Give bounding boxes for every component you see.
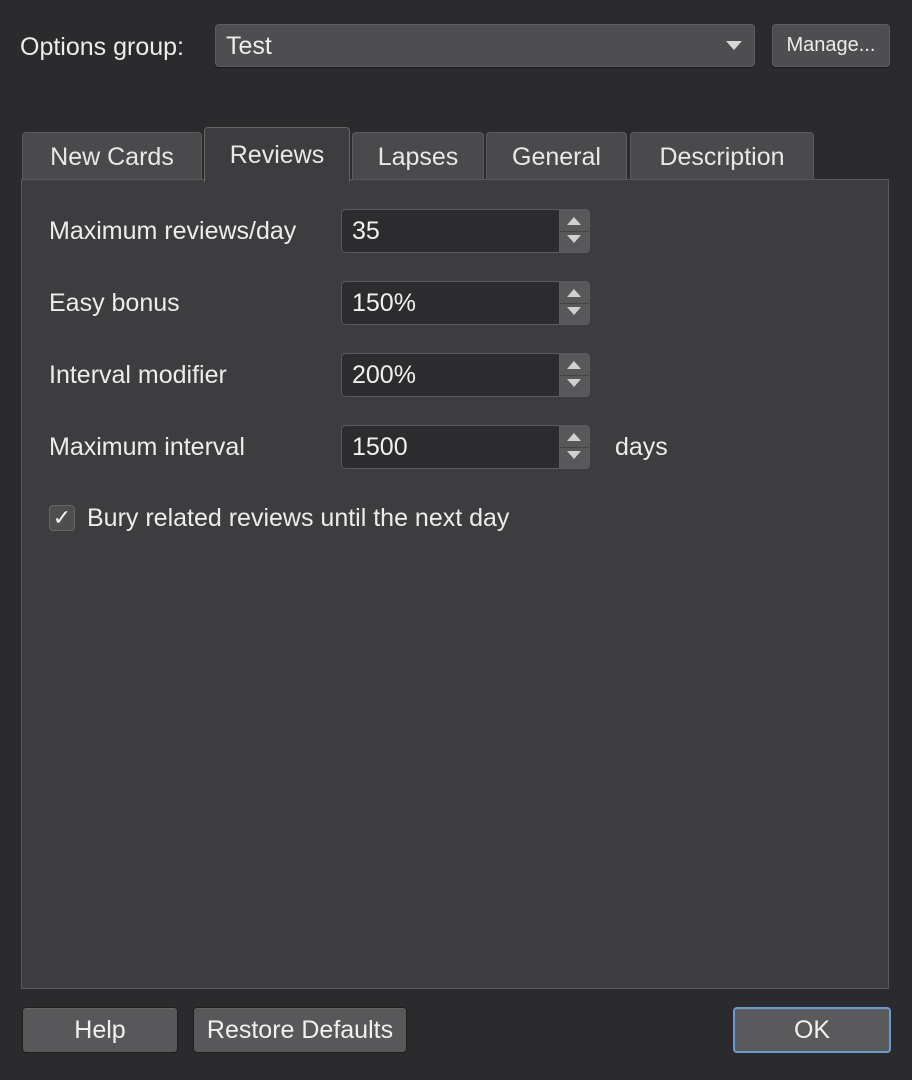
max-interval-value: 1500: [352, 433, 408, 461]
arrow-up-icon[interactable]: [567, 289, 581, 298]
max-interval-label: Maximum interval: [49, 433, 245, 461]
arrow-up-icon[interactable]: [567, 433, 581, 442]
stepper-divider: [560, 303, 589, 304]
stepper-divider: [560, 447, 589, 448]
tab-description[interactable]: Description: [630, 132, 814, 180]
interval-modifier-stepper[interactable]: [559, 354, 589, 396]
manage-button[interactable]: Manage...: [772, 24, 890, 67]
max-interval-stepper[interactable]: [559, 426, 589, 468]
ok-button[interactable]: OK: [733, 1007, 891, 1053]
max-interval-spinbox[interactable]: 1500: [341, 425, 590, 469]
options-group-select[interactable]: Test: [215, 24, 755, 67]
tab-general[interactable]: General: [486, 132, 627, 180]
arrow-down-icon[interactable]: [567, 307, 581, 316]
reviews-panel: Maximum reviews/day 35 Easy bonus 150% I…: [21, 179, 889, 989]
chevron-down-icon: [726, 41, 742, 50]
stepper-divider: [560, 375, 589, 376]
arrow-up-icon[interactable]: [567, 217, 581, 226]
max-reviews-spinbox[interactable]: 35: [341, 209, 590, 253]
arrow-down-icon[interactable]: [567, 379, 581, 388]
interval-modifier-value: 200%: [352, 361, 416, 389]
max-reviews-label: Maximum reviews/day: [49, 217, 297, 245]
interval-modifier-spinbox[interactable]: 200%: [341, 353, 590, 397]
options-group-label: Options group:: [20, 33, 184, 61]
stepper-divider: [560, 231, 589, 232]
help-button[interactable]: Help: [22, 1007, 178, 1053]
arrow-up-icon[interactable]: [567, 361, 581, 370]
tab-new-cards[interactable]: New Cards: [22, 132, 202, 180]
easy-bonus-stepper[interactable]: [559, 282, 589, 324]
max-reviews-stepper[interactable]: [559, 210, 589, 252]
easy-bonus-label: Easy bonus: [49, 289, 180, 317]
interval-modifier-label: Interval modifier: [49, 361, 227, 389]
bury-reviews-checkbox[interactable]: ✓: [49, 505, 75, 531]
arrow-down-icon[interactable]: [567, 451, 581, 460]
bury-reviews-label[interactable]: Bury related reviews until the next day: [87, 503, 509, 533]
max-interval-unit: days: [615, 433, 668, 461]
tab-reviews[interactable]: Reviews: [204, 127, 350, 182]
options-group-value: Test: [226, 32, 272, 60]
easy-bonus-spinbox[interactable]: 150%: [341, 281, 590, 325]
arrow-down-icon[interactable]: [567, 235, 581, 244]
tab-lapses[interactable]: Lapses: [352, 132, 484, 180]
restore-defaults-button[interactable]: Restore Defaults: [193, 1007, 407, 1053]
easy-bonus-value: 150%: [352, 289, 416, 317]
max-reviews-value: 35: [352, 217, 380, 245]
